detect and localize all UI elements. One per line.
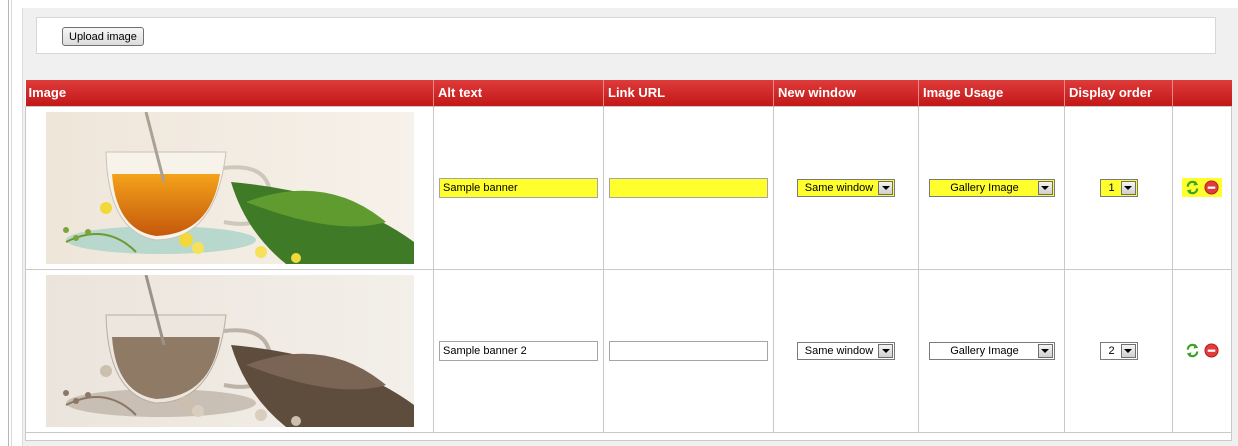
link-url-cell xyxy=(603,268,774,433)
display-order-cell: 1 xyxy=(1064,105,1173,270)
image-usage-cell: Gallery Image xyxy=(918,268,1065,433)
chevron-down-icon xyxy=(1037,180,1053,195)
column-header-link-url: Link URL xyxy=(603,80,774,106)
table-footer-row xyxy=(25,432,1232,441)
image-usage-select[interactable]: Gallery Image xyxy=(928,341,1055,360)
new-window-cell: Same window xyxy=(773,105,919,270)
link-url-cell xyxy=(603,105,774,270)
tea-cup-image xyxy=(45,111,414,264)
display-order-select-value: 2 xyxy=(1108,344,1115,357)
table-footer-cell xyxy=(25,432,1232,441)
display-order-select[interactable]: 2 xyxy=(1099,341,1138,360)
banner-table: Image Alt text Link URL New window Image… xyxy=(25,80,1232,441)
image-usage-cell: Gallery Image xyxy=(918,105,1065,270)
table-row: Same window Gallery Image 2 xyxy=(25,268,1232,433)
delete-icon[interactable] xyxy=(1204,179,1219,195)
display-order-select[interactable]: 1 xyxy=(1099,178,1138,197)
chevron-down-icon xyxy=(878,343,893,358)
chevron-down-icon xyxy=(1120,343,1136,358)
image-usage-select[interactable]: Gallery Image xyxy=(928,178,1055,197)
alt-text-cell xyxy=(433,268,604,433)
image-usage-select-value: Gallery Image xyxy=(950,344,1019,357)
column-header-new-window: New window xyxy=(773,80,919,106)
new-window-select[interactable]: Same window xyxy=(797,178,895,197)
link-url-input[interactable] xyxy=(609,177,768,198)
column-header-image: Image xyxy=(25,80,434,106)
page-left-border-inner xyxy=(11,0,12,446)
table-row: Same window Gallery Image 1 xyxy=(25,105,1232,270)
upload-box: Upload image xyxy=(36,17,1216,54)
display-order-select-value: 1 xyxy=(1108,181,1115,194)
image-usage-select-value: Gallery Image xyxy=(950,181,1019,194)
refresh-icon[interactable] xyxy=(1185,343,1200,358)
column-header-image-usage: Image Usage xyxy=(918,80,1065,106)
actions-cell xyxy=(1172,105,1232,270)
column-header-actions xyxy=(1172,80,1232,106)
column-header-display-order: Display order xyxy=(1064,80,1173,106)
upload-image-button[interactable]: Upload image xyxy=(62,27,144,46)
row-actions xyxy=(1182,341,1222,360)
delete-icon[interactable] xyxy=(1204,342,1219,358)
banner-panel: Upload image Image Alt text Link URL New… xyxy=(22,8,1238,446)
actions-cell xyxy=(1172,268,1232,433)
image-cell xyxy=(25,268,434,433)
display-order-cell: 2 xyxy=(1064,268,1173,433)
new-window-select-value: Same window xyxy=(804,344,874,357)
chevron-down-icon xyxy=(1037,343,1053,358)
table-header-row: Image Alt text Link URL New window Image… xyxy=(25,80,1232,106)
page-left-border xyxy=(8,0,9,446)
tea-cup-sepia-image xyxy=(45,274,414,427)
link-url-input[interactable] xyxy=(609,340,768,361)
chevron-down-icon xyxy=(1120,180,1136,195)
row-actions xyxy=(1182,177,1222,197)
new-window-cell: Same window xyxy=(773,268,919,433)
new-window-select[interactable]: Same window xyxy=(797,341,895,360)
column-header-alt-text: Alt text xyxy=(433,80,604,106)
alt-text-input[interactable] xyxy=(439,340,598,361)
new-window-select-value: Same window xyxy=(804,181,874,194)
alt-text-input[interactable] xyxy=(439,177,598,198)
image-cell xyxy=(25,105,434,270)
chevron-down-icon xyxy=(878,180,893,195)
refresh-icon[interactable] xyxy=(1185,180,1200,195)
alt-text-cell xyxy=(433,105,604,270)
